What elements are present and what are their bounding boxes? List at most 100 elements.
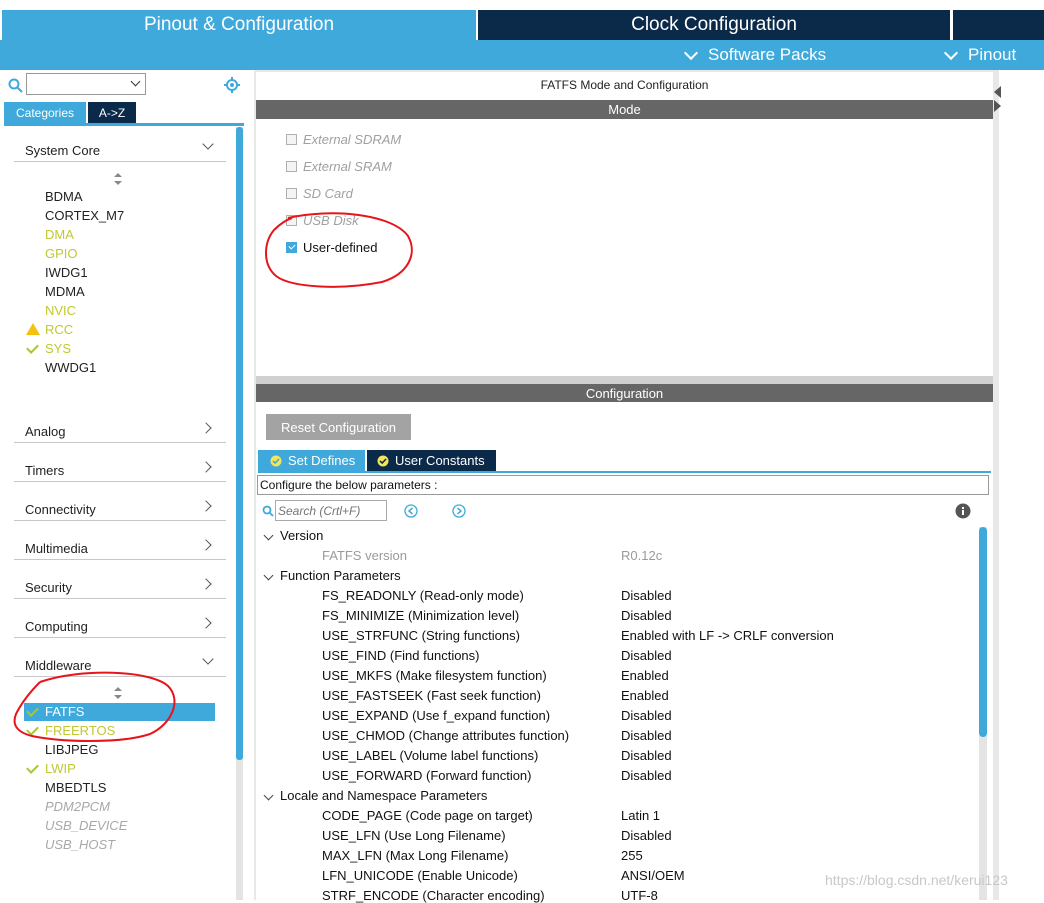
list-item[interactable]: GPIO	[45, 244, 78, 263]
panel-title: FATFS Mode and Configuration	[256, 72, 993, 98]
tab-set-defines[interactable]: Set Defines	[258, 450, 365, 471]
pinout-menu[interactable]: Pinout	[943, 40, 1016, 70]
gear-icon[interactable]	[223, 76, 241, 94]
tab-underline	[258, 471, 991, 473]
software-packs-label: Software Packs	[708, 45, 827, 64]
configure-hint: Configure the below parameters :	[257, 475, 989, 495]
list-item[interactable]: CORTEX_M7	[45, 206, 124, 225]
parameter-value[interactable]: 255	[621, 848, 643, 863]
list-item[interactable]: RCC	[45, 320, 73, 339]
tab-user-constants-label: User Constants	[395, 453, 485, 468]
parameter-value[interactable]: Enabled	[621, 688, 669, 703]
tab-pinout-configuration[interactable]: Pinout & Configuration	[2, 10, 476, 40]
parameter-name[interactable]: USE_FASTSEEK (Fast seek function)	[322, 688, 541, 703]
list-item[interactable]: DMA	[45, 225, 74, 244]
panel-title-text: FATFS Mode and Configuration	[540, 78, 709, 92]
parameter-value[interactable]: UTF-8	[621, 888, 658, 903]
category-connectivity[interactable]: Connectivity	[14, 494, 226, 521]
reset-configuration-label: Reset Configuration	[281, 419, 396, 435]
list-item[interactable]: MBEDTLS	[45, 778, 106, 797]
tab-a-z[interactable]: A->Z	[88, 102, 136, 123]
parameter-group[interactable]: Function Parameters	[280, 568, 401, 583]
parameter-name[interactable]: USE_FORWARD (Forward function)	[322, 768, 532, 783]
chevron-down-icon	[683, 45, 699, 60]
mode-option-label: External SRAM	[303, 159, 392, 174]
splitter[interactable]	[256, 376, 993, 384]
warning-icon	[26, 323, 40, 335]
search-combo[interactable]	[26, 73, 146, 95]
category-label: Timers	[25, 463, 65, 478]
list-item[interactable]: SYS	[45, 339, 71, 358]
mode-option-label: SD Card	[303, 186, 353, 201]
category-system-core[interactable]: System Core	[14, 135, 226, 162]
list-item[interactable]: IWDG1	[45, 263, 88, 282]
annotation-circle	[265, 212, 413, 288]
tab-categories-label: Categories	[15, 105, 75, 120]
tab-user-constants[interactable]: User Constants	[367, 450, 496, 471]
tab-label: Clock Configuration	[631, 14, 797, 35]
collapse-arrows-icon[interactable]	[993, 84, 1001, 114]
category-analog[interactable]: Analog	[14, 416, 226, 443]
parameter-value[interactable]: Disabled	[621, 828, 672, 843]
category-timers[interactable]: Timers	[14, 455, 226, 482]
parameter-name[interactable]: FS_MINIMIZE (Minimization level)	[322, 608, 519, 623]
parameter-value[interactable]: R0.12c	[621, 548, 662, 563]
software-packs-menu[interactable]: Software Packs	[683, 40, 827, 70]
parameter-value[interactable]: Disabled	[621, 648, 672, 663]
list-item[interactable]: BDMA	[45, 187, 83, 206]
parameter-name[interactable]: USE_STRFUNC (String functions)	[322, 628, 520, 643]
param-scrollbar-thumb[interactable]	[979, 527, 987, 737]
watermark-text: https://blog.csdn.net/kerui123	[825, 872, 1008, 888]
parameter-value[interactable]: Enabled with LF -> CRLF conversion	[621, 628, 834, 643]
parameter-name[interactable]: FATFS version	[322, 548, 407, 563]
mode-checkbox	[286, 134, 297, 145]
chevron-right-icon	[200, 578, 212, 590]
parameter-value[interactable]: Disabled	[621, 588, 672, 603]
parameter-value[interactable]: ANSI/OEM	[621, 868, 685, 883]
parameter-group[interactable]: Version	[280, 528, 323, 543]
tab-clock-configuration[interactable]: Clock Configuration	[478, 10, 950, 40]
previous-icon[interactable]	[404, 504, 418, 518]
list-item[interactable]: MDMA	[45, 282, 85, 301]
check-icon	[26, 341, 39, 354]
parameter-name[interactable]: STRF_ENCODE (Character encoding)	[322, 888, 545, 903]
parameter-value[interactable]: Latin 1	[621, 808, 660, 823]
category-label: System Core	[25, 143, 101, 158]
list-item[interactable]: USB_HOST	[45, 835, 115, 854]
parameter-value[interactable]: Disabled	[621, 748, 672, 763]
parameter-value[interactable]: Disabled	[621, 708, 672, 723]
tab-overflow[interactable]	[953, 10, 1044, 40]
scrollbar-thumb[interactable]	[236, 127, 243, 760]
search-icon[interactable]	[8, 78, 24, 94]
parameter-name[interactable]: USE_LFN (Use Long Filename)	[322, 828, 506, 843]
category-security[interactable]: Security	[14, 572, 226, 599]
parameter-name[interactable]: CODE_PAGE (Code page on target)	[322, 808, 533, 823]
parameter-value[interactable]: Enabled	[621, 668, 669, 683]
parameter-value[interactable]: Disabled	[621, 608, 672, 623]
list-item[interactable]: LWIP	[45, 759, 76, 778]
parameter-search-input[interactable]	[275, 500, 387, 521]
reset-configuration-button[interactable]: Reset Configuration	[266, 414, 411, 440]
parameter-value[interactable]: Disabled	[621, 728, 672, 743]
list-item[interactable]: NVIC	[45, 301, 76, 320]
category-computing[interactable]: Computing	[14, 611, 226, 638]
parameter-name[interactable]: USE_LABEL (Volume label functions)	[322, 748, 538, 763]
parameter-group[interactable]: Locale and Namespace Parameters	[280, 788, 487, 803]
category-label: Multimedia	[25, 541, 88, 556]
category-multimedia[interactable]: Multimedia	[14, 533, 226, 560]
tab-categories[interactable]: Categories	[4, 102, 86, 123]
list-item[interactable]: USB_DEVICE	[45, 816, 127, 835]
sort-icon[interactable]	[113, 173, 123, 185]
info-icon[interactable]	[955, 503, 971, 519]
next-icon[interactable]	[452, 504, 466, 518]
parameter-name[interactable]: USE_MKFS (Make filesystem function)	[322, 668, 547, 683]
parameter-name[interactable]: LFN_UNICODE (Enable Unicode)	[322, 868, 518, 883]
parameter-value[interactable]: Disabled	[621, 768, 672, 783]
parameter-name[interactable]: USE_CHMOD (Change attributes function)	[322, 728, 569, 743]
list-item[interactable]: WWDG1	[45, 358, 96, 377]
list-item[interactable]: PDM2PCM	[45, 797, 110, 816]
parameter-name[interactable]: USE_FIND (Find functions)	[322, 648, 480, 663]
parameter-name[interactable]: FS_READONLY (Read-only mode)	[322, 588, 524, 603]
parameter-name[interactable]: USE_EXPAND (Use f_expand function)	[322, 708, 550, 723]
parameter-name[interactable]: MAX_LFN (Max Long Filename)	[322, 848, 508, 863]
